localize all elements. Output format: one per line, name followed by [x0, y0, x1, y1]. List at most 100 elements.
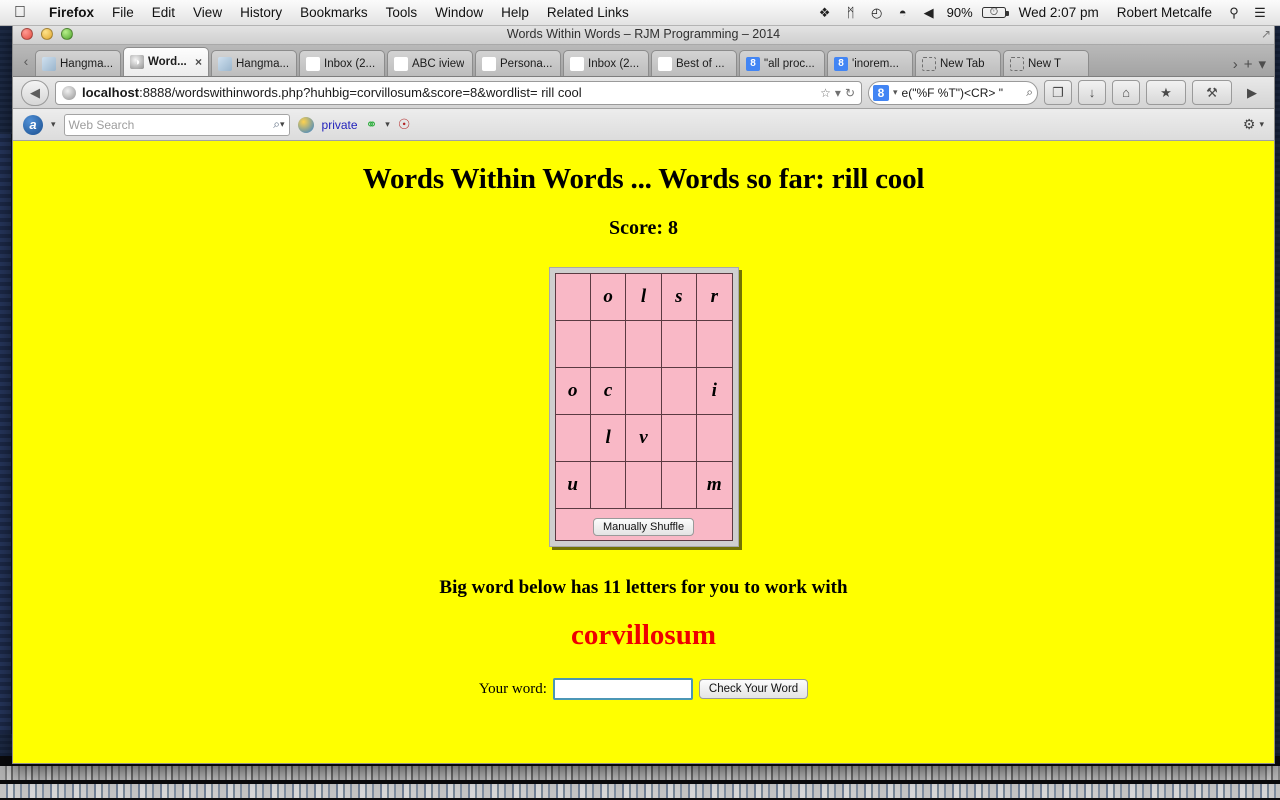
grid-cell-r4c3[interactable]: [660, 461, 698, 509]
google-search-engine-icon[interactable]: 8: [873, 84, 889, 101]
tab-words-within-words[interactable]: ◑ Word... ×: [123, 47, 209, 76]
search-bar[interactable]: 8 ▾ e("%F %T")<CR> " ⌕: [868, 80, 1038, 105]
menu-bar-user-name[interactable]: Robert Metcalfe: [1109, 5, 1220, 20]
grid-cell-r1c4[interactable]: [696, 320, 733, 368]
battery-icon[interactable]: ⏱: [981, 6, 1009, 18]
check-your-word-button[interactable]: Check Your Word: [698, 679, 809, 699]
alexa-toolbar-icon[interactable]: a: [23, 114, 43, 135]
your-word-input[interactable]: [552, 678, 693, 700]
close-window-button[interactable]: [21, 28, 33, 40]
tab-hangman-1[interactable]: Hangma...: [35, 50, 121, 76]
play-button[interactable]: ▶: [1238, 80, 1266, 105]
grid-cell-r3c3[interactable]: [660, 414, 698, 462]
volume-icon[interactable]: ◀: [917, 0, 941, 26]
bluetooth-icon[interactable]: ᛗ: [839, 0, 863, 26]
chevron-down-icon[interactable]: ▾: [835, 86, 841, 100]
menu-item-window[interactable]: Window: [426, 0, 492, 26]
grid-cell-r0c4[interactable]: r: [696, 273, 733, 321]
notification-center-icon[interactable]: ☰: [1248, 0, 1272, 26]
search-icon[interactable]: ⌕: [273, 117, 280, 132]
grid-cell-r0c1[interactable]: o: [589, 273, 627, 321]
menu-item-firefox[interactable]: Firefox: [40, 0, 103, 26]
back-button[interactable]: ◀: [21, 79, 49, 106]
downloads-button[interactable]: ↓: [1078, 80, 1106, 105]
bookmarks-button[interactable]: ★: [1146, 80, 1186, 105]
grid-cell-r4c0[interactable]: u: [554, 461, 591, 509]
gear-icon[interactable]: ⚙: [1243, 116, 1256, 133]
menu-item-tools[interactable]: Tools: [377, 0, 427, 26]
grid-cell-r1c1[interactable]: [589, 320, 627, 368]
window-title-bar[interactable]: Words Within Words – RJM Programming – 2…: [13, 23, 1274, 45]
menu-item-bookmarks[interactable]: Bookmarks: [291, 0, 377, 26]
grid-cell-r3c4[interactable]: [696, 414, 733, 462]
private-globe-icon[interactable]: [297, 116, 314, 133]
tab-new-tab-1[interactable]: New Tab: [915, 50, 1001, 76]
chevron-down-icon[interactable]: ▾: [51, 119, 56, 130]
grid-cell-r4c2[interactable]: [625, 461, 662, 509]
grid-cell-r4c4[interactable]: m: [696, 461, 733, 509]
tab-hangman-2[interactable]: Hangma...: [211, 50, 297, 76]
resize-handle-icon[interactable]: ↗: [1261, 27, 1271, 41]
grid-cell-r0c0[interactable]: [554, 273, 591, 321]
grid-cell-r3c2[interactable]: v: [625, 414, 662, 462]
bookmark-star-icon[interactable]: ☆: [820, 86, 831, 100]
tools-button[interactable]: ⚒: [1192, 80, 1232, 105]
tab-inbox-2[interactable]: M Inbox (2...: [563, 50, 649, 76]
chevron-down-icon[interactable]: ▾: [893, 87, 898, 98]
tab-abc-iview[interactable]: ▶ ABC iview: [387, 50, 473, 76]
search-icon[interactable]: ⌕: [1026, 85, 1033, 100]
address-bar[interactable]: localhost:8888/wordswithinwords.php?huhb…: [55, 80, 862, 105]
dropbox-icon[interactable]: ❖: [813, 0, 837, 26]
manually-shuffle-button[interactable]: Manually Shuffle: [592, 517, 695, 536]
tab-scroll-right-button[interactable]: ›: [1233, 56, 1238, 73]
search-input[interactable]: e("%F %T")<CR> ": [902, 86, 1023, 100]
chevron-down-icon[interactable]: ▾: [1259, 119, 1264, 130]
grid-cell-r3c1[interactable]: l: [589, 414, 627, 462]
tab-persona[interactable]: ✹ Persona...: [475, 50, 561, 76]
tab-best-of[interactable]: ◢ Best of ...: [651, 50, 737, 76]
reload-icon[interactable]: ↻: [845, 86, 855, 100]
menu-item-help[interactable]: Help: [492, 0, 538, 26]
grid-cell-r0c3[interactable]: s: [660, 273, 698, 321]
list-all-tabs-button[interactable]: ▾: [1258, 55, 1266, 73]
grid-cell-r2c4[interactable]: i: [696, 367, 733, 415]
target-arrow-icon[interactable]: ☉: [398, 116, 411, 133]
close-tab-icon[interactable]: ×: [192, 55, 202, 69]
tab-google-all-proc[interactable]: 8 "all proc...: [739, 50, 825, 76]
tab-new-tab-2[interactable]: New T: [1003, 50, 1089, 76]
chevron-down-icon[interactable]: ▾: [385, 119, 390, 130]
menu-item-history[interactable]: History: [231, 0, 291, 26]
search-icon[interactable]: ⚲: [1222, 0, 1246, 26]
grid-cell-r1c3[interactable]: [660, 320, 698, 368]
zoom-window-button[interactable]: [61, 28, 73, 40]
apple-logo-icon[interactable]: : [14, 4, 26, 21]
private-mode-label[interactable]: private: [322, 118, 358, 132]
tab-scroll-left-button[interactable]: ‹: [17, 46, 35, 76]
link-chain-icon[interactable]: ⚭: [366, 116, 378, 133]
grid-cell-r3c0[interactable]: [554, 414, 591, 462]
grid-cell-r0c2[interactable]: l: [625, 273, 662, 321]
grid-cell-r2c2[interactable]: [625, 367, 662, 415]
tab-inbox-1[interactable]: M Inbox (2...: [299, 50, 385, 76]
menu-item-file[interactable]: File: [103, 0, 143, 26]
grid-cell-r1c0[interactable]: [554, 320, 591, 368]
web-search-input[interactable]: Web Search ⌕ ▾: [63, 113, 290, 136]
screenshot-button[interactable]: ❐: [1044, 80, 1072, 105]
wifi-icon[interactable]: ◓: [891, 0, 915, 26]
chevron-down-icon[interactable]: ▾: [280, 119, 285, 130]
background-window-strip-1[interactable]: [0, 766, 1280, 780]
menu-item-view[interactable]: View: [184, 0, 231, 26]
grid-cell-r1c2[interactable]: [625, 320, 662, 368]
tab-google-inorem[interactable]: 8 'inorem...: [827, 50, 913, 76]
home-button[interactable]: ⌂: [1112, 80, 1140, 105]
grid-cell-r4c1[interactable]: [589, 461, 627, 509]
grid-cell-r2c1[interactable]: c: [589, 367, 627, 415]
background-window-strip-2[interactable]: [0, 784, 1280, 798]
menu-item-edit[interactable]: Edit: [143, 0, 184, 26]
grid-cell-r2c3[interactable]: [660, 367, 698, 415]
grid-cell-r2c0[interactable]: o: [554, 367, 591, 415]
time-machine-icon[interactable]: ◴: [865, 0, 889, 26]
minimize-window-button[interactable]: [41, 28, 53, 40]
menu-bar-clock[interactable]: Wed 2:07 pm: [1011, 5, 1107, 20]
menu-item-related-links[interactable]: Related Links: [538, 0, 638, 26]
